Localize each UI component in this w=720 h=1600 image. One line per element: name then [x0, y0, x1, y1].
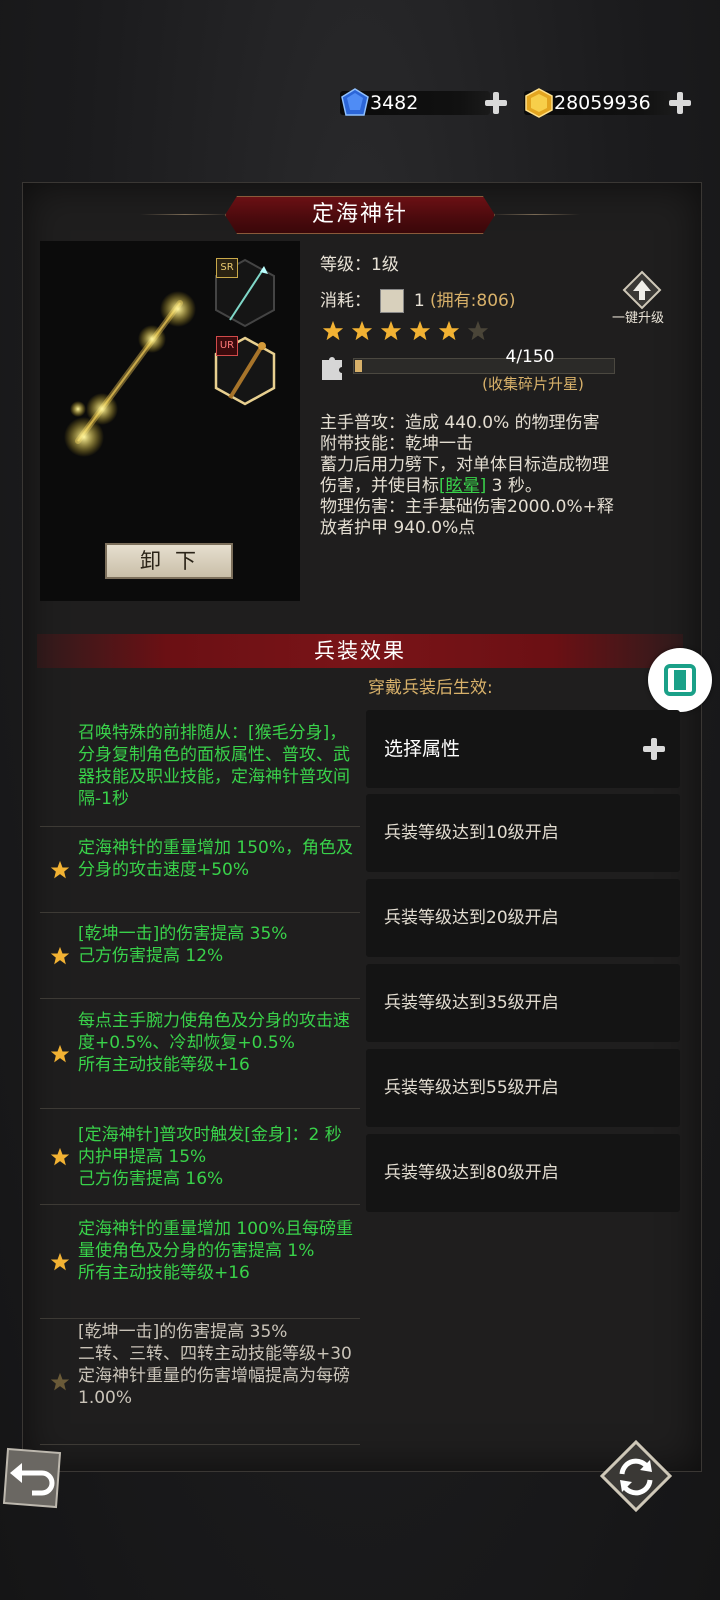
back-button[interactable]: [0, 1445, 66, 1511]
effect-item: [乾坤一击]的伤害提高 35% 己方伤害提高 12%: [40, 913, 360, 999]
locked-attribute-slot: 兵装等级达到10级开启: [366, 794, 680, 872]
effect-text: [乾坤一击]的伤害提高 35% 二转、三转、四转主动技能等级+30 定海神针重量…: [78, 1322, 352, 1408]
stun-link[interactable]: [眩晕]: [439, 476, 486, 496]
fragment-hint: (收集碎片升星): [482, 375, 584, 393]
effect-text: 定海神针的重量增加 100%且每磅重量使角色及分身的伤害提高 1% 所有主动技能…: [78, 1219, 354, 1283]
star-filled-icon: [351, 320, 373, 342]
diamond-currency: 3482: [340, 88, 510, 118]
sr-badge: SR: [216, 258, 238, 278]
desc-line-effect: 蓄力后用力劈下，对单体目标造成物理: [320, 455, 609, 475]
ur-badge: UR: [216, 336, 238, 356]
scroll-material-icon: [380, 289, 405, 313]
effect-text: 召唤特殊的前排随从：[猴毛分身]，分身复制角色的面板属性、普攻、武器技能及职业技…: [78, 723, 350, 809]
add-attribute-icon: [642, 737, 666, 761]
swap-button[interactable]: [600, 1440, 672, 1512]
equipment-effect-header: 兵装效果: [37, 634, 683, 668]
fragment-count: 4/150: [505, 347, 555, 367]
select-attribute-slot[interactable]: 选择属性: [366, 710, 680, 788]
star-filled-icon: [438, 320, 460, 342]
effect-hint: 穿戴兵装后生效:: [368, 678, 493, 698]
effect-text: 定海神针的重量增加 150%，角色及分身的攻击速度+50%: [78, 838, 354, 880]
dim-star-icon: [50, 1372, 70, 1392]
add-diamond-button[interactable]: [484, 91, 508, 115]
cost-owned: (拥有:806): [430, 291, 516, 311]
cost-count: 1: [413, 291, 425, 311]
add-gold-button[interactable]: [668, 91, 692, 115]
gold-currency: 28059936: [524, 88, 694, 118]
effect-item: [定海神针]普攻时触发[金身]：2 秒内护甲提高 15% 己方伤害提高 16%: [40, 1109, 360, 1205]
effect-text: [定海神针]普攻时触发[金身]：2 秒内护甲提高 15% 己方伤害提高 16%: [78, 1125, 342, 1189]
star-rating: [322, 320, 489, 342]
upgrade-cost: 消耗： 1 (拥有:806): [320, 286, 516, 313]
desc-line-armor: 放者护甲 940.0%点: [320, 518, 476, 538]
effect-item: 召唤特殊的前排随从：[猴毛分身]，分身复制角色的面板属性、普攻、武器技能及职业技…: [40, 705, 360, 827]
desc-line-skill: 附带技能：乾坤一击: [320, 434, 473, 454]
star-filled-icon: [380, 320, 402, 342]
cost-label: 消耗：: [320, 291, 371, 311]
effect-item: [乾坤一击]的伤害提高 35% 二转、三转、四转主动技能等级+30 定海神针重量…: [40, 1319, 360, 1445]
one-click-upgrade-label: 一键升级: [612, 311, 665, 326]
gold-star-icon: [50, 946, 70, 966]
effect-item: 每点主手腕力使角色及分身的攻击速度+0.5%、冷却恢复+0.5% 所有主动技能等…: [40, 999, 360, 1109]
select-attribute-label: 选择属性: [384, 738, 461, 760]
gold-star-icon: [50, 860, 70, 880]
fragment-progress-fill: [355, 360, 363, 372]
weapon-level: 等级：1级: [320, 255, 399, 275]
star-filled-icon: [409, 320, 431, 342]
effect-text: [乾坤一击]的伤害提高 35% 己方伤害提高 12%: [78, 924, 288, 966]
weapon-title: 定海神针: [225, 196, 495, 234]
effect-item: 定海神针的重量增加 150%，角色及分身的攻击速度+50%: [40, 827, 360, 913]
gold-star-icon: [50, 1044, 70, 1064]
unequip-button[interactable]: 卸下: [105, 543, 233, 579]
star-filled-icon: [322, 320, 344, 342]
blue-gem-icon: [341, 88, 369, 116]
weapon-description: 主手普攻：造成 440.0% 的物理伤害 附带技能：乾坤一击 蓄力后用力劈下，对…: [320, 413, 680, 539]
locked-attribute-slot: 兵装等级达到20级开启: [366, 879, 680, 957]
cube-icon: [664, 664, 696, 696]
desc-line-damage: 物理伤害：主手基础伤害2000.0%+释: [320, 497, 614, 517]
effect-text: 每点主手腕力使角色及分身的攻击速度+0.5%、冷却恢复+0.5% 所有主动技能等…: [78, 1011, 350, 1075]
desc-line-stun: 伤害，并使目标[眩晕] 3 秒。: [320, 476, 542, 496]
locked-attribute-slot: 兵装等级达到80级开启: [366, 1134, 680, 1212]
puzzle-fragment-icon: [322, 357, 342, 380]
gold-star-icon: [50, 1147, 70, 1167]
locked-attribute-slot: 兵装等级达到35级开启: [366, 964, 680, 1042]
gold-gem-icon: [525, 88, 553, 118]
one-click-upgrade-button[interactable]: [622, 270, 662, 310]
cube-view-button[interactable]: [648, 648, 712, 712]
star-empty-icon: [467, 320, 489, 342]
locked-attribute-slot: 兵装等级达到55级开启: [366, 1049, 680, 1127]
desc-line-attack: 主手普攻：造成 440.0% 的物理伤害: [320, 413, 600, 433]
gold-star-icon: [50, 1252, 70, 1272]
title-divider-right: [490, 214, 580, 215]
effect-item: 定海神针的重量增加 100%且每磅重量使角色及分身的伤害提高 1% 所有主动技能…: [40, 1205, 360, 1319]
title-divider-left: [140, 214, 230, 215]
